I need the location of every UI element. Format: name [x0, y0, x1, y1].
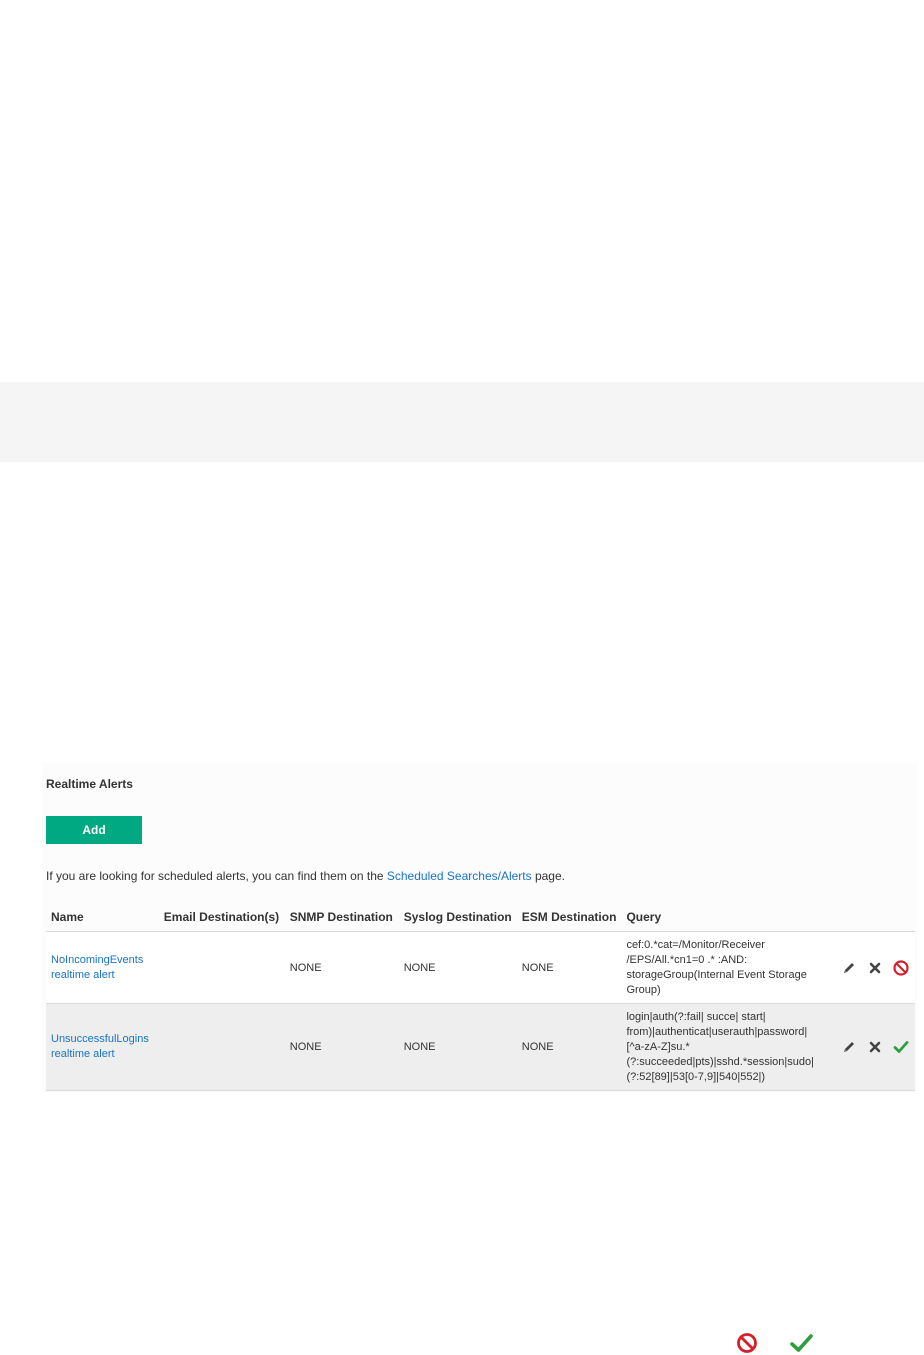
email-cell: [158, 931, 285, 1004]
info-prefix: If you are looking for scheduled alerts,…: [46, 869, 387, 883]
add-button[interactable]: Add: [46, 816, 142, 844]
alerts-table: Name Email Destination(s) SNMP Destinati…: [46, 903, 915, 1091]
scheduled-searches-link[interactable]: Scheduled Searches/Alerts: [387, 869, 532, 883]
alert-name-link[interactable]: NoIncomingEvents: [51, 953, 154, 968]
check-icon: [789, 1331, 813, 1355]
snmp-cell: NONE: [284, 931, 399, 1004]
actions-cell: [829, 1003, 915, 1091]
query-line: /EPS/All.*cn1=0 .* :AND:: [626, 953, 748, 966]
header-syslog: Syslog Destination: [398, 903, 517, 932]
scheduled-alerts-info: If you are looking for scheduled alerts,…: [46, 869, 565, 883]
query-line: (?:succeeded|pts)|sshd.*session|sudo|: [626, 1055, 814, 1068]
snmp-cell: NONE: [284, 1003, 399, 1091]
query-line: login|auth(?:fail| succe| start|: [626, 1010, 766, 1023]
esm-cell: NONE: [516, 931, 622, 1004]
header-email: Email Destination(s): [158, 903, 285, 932]
header-name: Name: [46, 903, 159, 932]
panel-title: Realtime Alerts: [46, 777, 133, 791]
name-cell: NoIncomingEvents realtime alert: [46, 931, 159, 1004]
esm-cell: NONE: [516, 1003, 622, 1091]
alert-type-link[interactable]: realtime alert: [51, 968, 154, 983]
edit-pencil-icon[interactable]: [840, 1038, 858, 1056]
alert-name-link[interactable]: UnsuccessfulLogins: [51, 1032, 154, 1047]
delete-x-icon[interactable]: [866, 959, 884, 977]
header-esm: ESM Destination: [516, 903, 622, 932]
alert-type-link[interactable]: realtime alert: [51, 1047, 154, 1062]
syslog-cell: NONE: [398, 931, 517, 1004]
query-line: (?:52[89]|53[0-7,9]|540|552|): [626, 1070, 766, 1083]
disable-icon[interactable]: [892, 959, 910, 977]
enabled-check-icon[interactable]: [892, 1038, 910, 1056]
query-cell: cef:0.*cat=/Monitor/Receiver /EPS/All.*c…: [621, 931, 830, 1004]
table-header-row: Name Email Destination(s) SNMP Destinati…: [46, 903, 915, 932]
email-cell: [158, 1003, 285, 1091]
page: Realtime Alerts Add If you are looking f…: [0, 0, 924, 1355]
syslog-cell: NONE: [398, 1003, 517, 1091]
header-actions: [829, 903, 915, 932]
info-suffix: page.: [531, 869, 565, 883]
table-row: NoIncomingEvents realtime alert NONE NON…: [46, 931, 915, 1004]
query-line: [^a-zA-Z]su.*: [626, 1040, 690, 1053]
query-line: Group): [626, 983, 661, 996]
actions-cell: [829, 931, 915, 1004]
header-snmp: SNMP Destination: [284, 903, 399, 932]
query-line: storageGroup(Internal Event Storage: [626, 968, 807, 981]
disable-icon: [735, 1331, 759, 1355]
table-row: UnsuccessfulLogins realtime alert NONE N…: [46, 1003, 915, 1091]
gray-banner: [0, 382, 924, 462]
query-cell: login|auth(?:fail| succe| start| from)|a…: [621, 1003, 830, 1091]
realtime-alerts-panel: Realtime Alerts Add If you are looking f…: [42, 763, 917, 1093]
query-line: cef:0.*cat=/Monitor/Receiver: [626, 938, 765, 951]
edit-pencil-icon[interactable]: [840, 959, 858, 977]
delete-x-icon[interactable]: [866, 1038, 884, 1056]
name-cell: UnsuccessfulLogins realtime alert: [46, 1003, 159, 1091]
header-query: Query: [621, 903, 830, 932]
query-line: from)|authenticat|userauth|password|: [626, 1025, 808, 1038]
